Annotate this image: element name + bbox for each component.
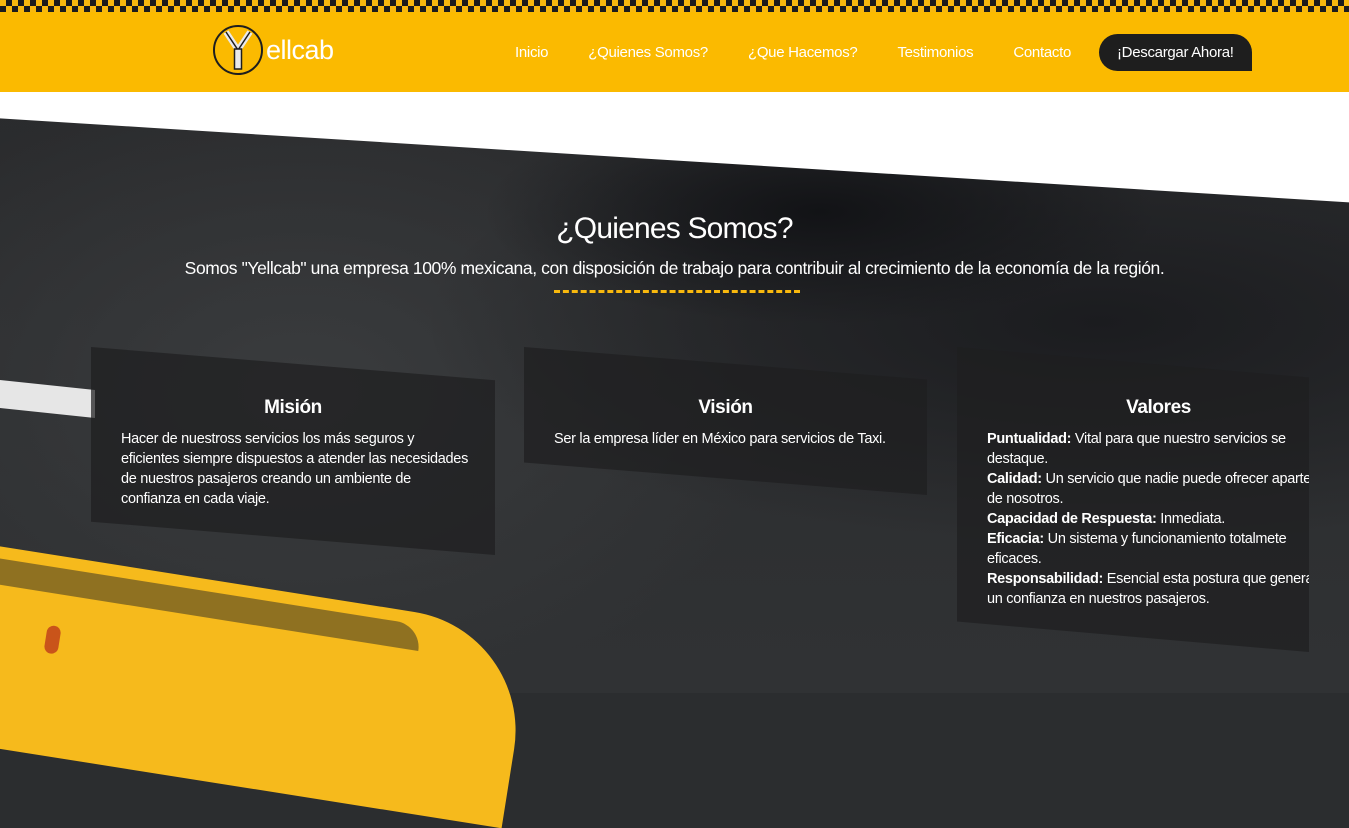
valores-item: Eficacia: Un sistema y funcionamiento to… — [987, 531, 1287, 567]
site-header: ellcab Inicio ¿Quienes Somos? ¿Que Hacem… — [0, 12, 1349, 92]
valores-item: Responsabilidad: Esencial esta postura q… — [987, 571, 1314, 607]
nav-que-hacemos[interactable]: ¿Que Hacemos? — [748, 44, 858, 61]
valores-title: Valores — [1126, 397, 1191, 418]
valores-item: Calidad: Un servicio que nadie puede ofr… — [987, 471, 1312, 507]
nav-inicio[interactable]: Inicio — [515, 44, 549, 61]
valores-item: Puntualidad: Vital para que nuestro serv… — [987, 431, 1286, 467]
download-now-button[interactable]: ¡Descargar Ahora! — [1098, 33, 1252, 71]
nav-quienes-somos[interactable]: ¿Quienes Somos? — [588, 44, 708, 61]
mision-card: Misión Hacer de nuestross servicios los … — [91, 347, 495, 555]
mision-title: Misión — [264, 397, 322, 418]
mision-text: Hacer de nuestross servicios los más seg… — [121, 431, 469, 507]
nav-contacto[interactable]: Contacto — [1013, 44, 1071, 61]
vision-title: Visión — [698, 397, 753, 418]
valores-item: Capacidad de Respuesta: Inmediata. — [987, 511, 1226, 527]
section-subtitle: Somos "Yellcab" una empresa 100% mexican… — [184, 258, 1165, 278]
y-circle-logo-icon — [213, 25, 263, 75]
valores-list: Puntualidad: Vital para que nuestro serv… — [987, 429, 1314, 609]
valores-card: Valores Puntualidad: Vital para que nues… — [957, 347, 1309, 652]
vision-text: Ser la empresa líder en México para serv… — [554, 431, 886, 447]
main-nav: Inicio ¿Quienes Somos? ¿Que Hacemos? Tes… — [497, 33, 1292, 71]
dashed-divider — [554, 290, 800, 293]
section-title: ¿Quienes Somos? — [556, 212, 793, 245]
checker-strip — [0, 0, 1349, 12]
logo[interactable]: ellcab — [213, 25, 334, 75]
nav-testimonios[interactable]: Testimonios — [897, 44, 973, 61]
logo-text: ellcab — [266, 34, 334, 65]
